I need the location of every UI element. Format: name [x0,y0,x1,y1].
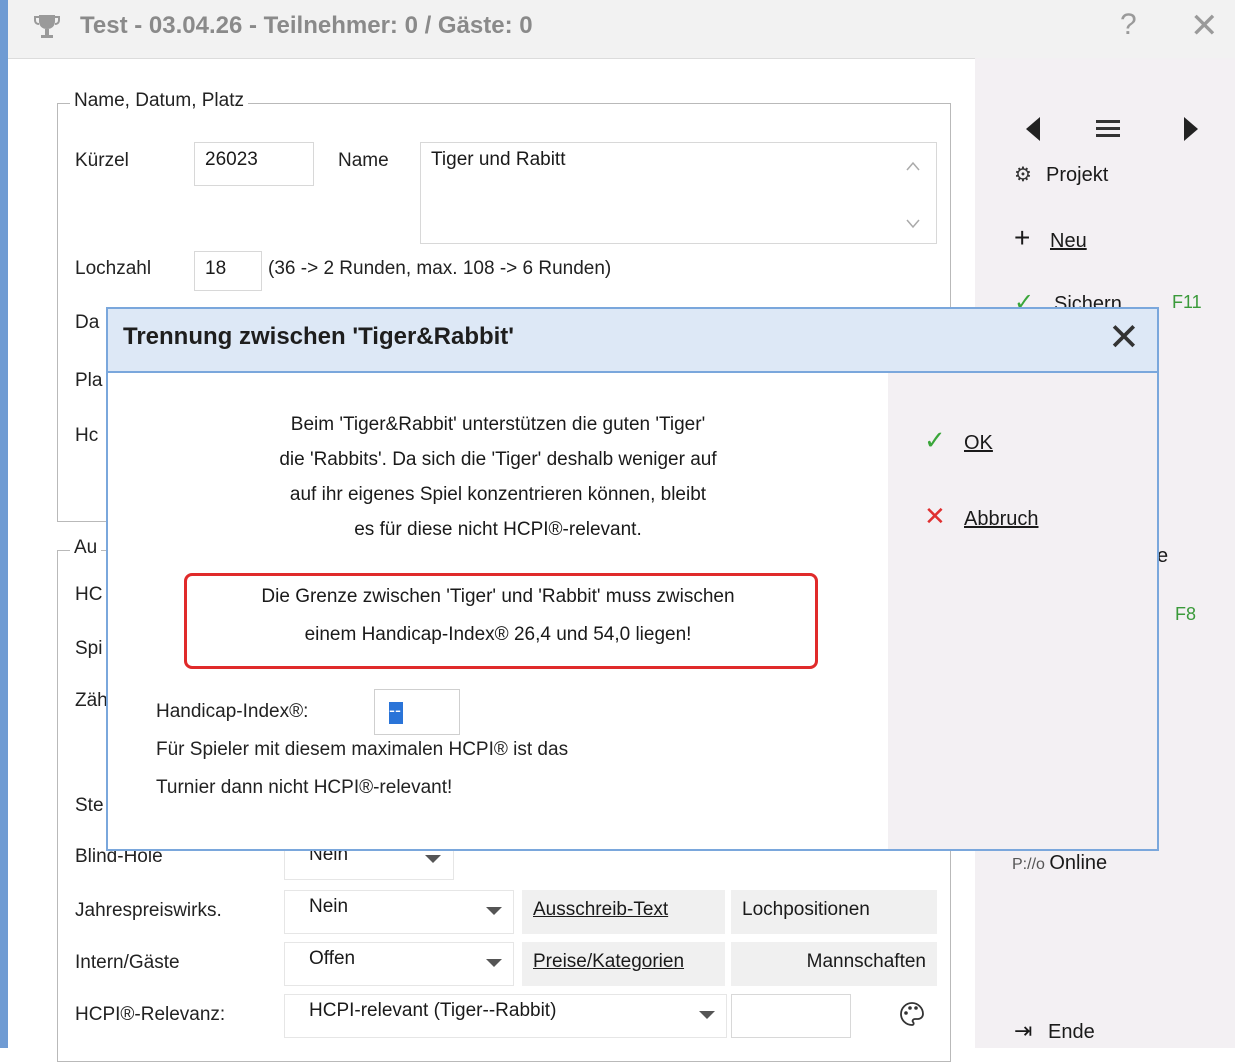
abbruch-button[interactable]: ✕ Abbruch [924,501,1039,532]
name-label: Name [338,150,389,171]
ende-button[interactable]: ⇥ Ende [1014,1018,1095,1044]
online-icon: P:/ [1012,856,1032,873]
stechen-label-partial: Ste [75,795,104,816]
window-left-border [0,0,8,1048]
name-value: Tiger und Rabitt [431,149,566,170]
scroll-up-icon[interactable] [905,160,921,172]
note-text-line: Für Spieler mit diesem maximalen HCPI® i… [156,739,569,760]
dialog-text-line: auf ihr eigenes Spiel konzentrieren könn… [289,484,707,505]
dialog-titlebar: Trennung zwischen 'Tiger&Rabbit' ✕ [108,309,1157,373]
jahrespreis-dropdown-icon[interactable] [486,907,502,915]
dialog-title: Trennung zwischen 'Tiger&Rabbit' [123,323,515,350]
next-arrow-icon[interactable] [1180,115,1202,143]
hcpi-relevanz-value: HCPI-relevant (Tiger--Rabbit) [309,1000,557,1021]
ok-button[interactable]: ✓ OK [924,425,993,456]
note-text-line: Turnier dann nicht HCPI®-relevant! [156,777,453,798]
jahrespreis-value: Nein [309,896,349,917]
menu-icon[interactable] [1095,118,1121,140]
scroll-down-icon[interactable] [905,218,921,230]
online-button[interactable]: P://o Online [1012,852,1107,875]
spiel-label-partial: Spi [75,638,103,659]
hcp-label-partial: Hc [75,425,99,446]
datum-label-partial: Da [75,312,100,333]
intern-gaeste-select[interactable]: Offen [284,942,514,986]
handicap-index-value: -- [389,700,401,720]
ausschreib-text-button[interactable]: Ausschreib-Text [522,890,725,934]
zaehl-label-partial: Zäh [75,690,108,711]
group-legend-name: Name, Datum, Platz [70,90,248,112]
platz-label-partial: Pla [75,370,103,391]
trophy-icon [34,15,60,38]
intern-gaeste-label: Intern/Gäste [75,952,180,973]
online-icon-tail: /o [1031,856,1050,873]
exit-icon: ⇥ [1014,1018,1033,1043]
hcpi-relevanz-label: HCPI®-Relevanz: [75,1004,226,1025]
name-textarea[interactable]: Tiger und Rabitt [420,142,937,244]
handicap-index-input[interactable]: -- [374,689,460,735]
warning-text-line: Die Grenze zwischen 'Tiger' und 'Rabbit'… [261,586,735,607]
dialog-text-line: die 'Rabbits'. Da sich die 'Tiger' desha… [279,449,717,470]
jahrespreis-label: Jahrespreiswirks. [75,900,222,921]
hcpi-relevanz-dropdown-icon[interactable] [699,1011,715,1019]
group-legend-aus: Au [70,537,102,559]
blind-hole-dropdown-icon[interactable] [425,855,441,863]
kuerzel-label: Kürzel [75,150,129,171]
hcpi-relevanz-select[interactable]: HCPI-relevant (Tiger--Rabbit) [284,994,727,1038]
lochpositionen-button[interactable]: Lochpositionen [731,890,937,934]
previous-arrow-icon[interactable] [1022,115,1044,143]
window-title: Test - 03.04.26 - Teilnehmer: 0 / Gäste:… [80,12,533,39]
hcpi-label-partial: HC [75,584,103,605]
check-icon: ✓ [924,425,946,455]
help-icon[interactable]: ? [1120,8,1137,42]
neu-button[interactable]: + Neu [1014,222,1087,253]
gear-icon: ⚙ [1014,164,1032,186]
plus-icon: + [1014,222,1031,253]
lochzahl-hint: (36 -> 2 Runden, max. 108 -> 6 Runden) [268,258,612,279]
handicap-index-label: Handicap-Index®: [156,701,309,722]
tiger-rabbit-dialog: Trennung zwischen 'Tiger&Rabbit' ✕ Beim … [106,307,1159,851]
mannschaften-button[interactable]: Mannschaften [731,942,937,986]
dialog-close-icon[interactable]: ✕ [1108,315,1140,360]
cross-icon: ✕ [924,501,946,531]
intern-gaeste-dropdown-icon[interactable] [486,959,502,967]
palette-icon[interactable] [898,1000,926,1028]
close-window-icon[interactable]: ✕ [1190,6,1219,46]
lochzahl-input[interactable]: 18 [194,251,262,291]
kuerzel-input[interactable]: 26023 [194,142,314,186]
lochzahl-label: Lochzahl [75,258,152,279]
dialog-text-line: Beim 'Tiger&Rabbit' unterstützen die gut… [290,414,706,435]
warning-text-line: einem Handicap-Index® 26,4 und 54,0 lieg… [304,624,692,645]
jahrespreis-select[interactable]: Nein [284,890,514,934]
dialog-text-line: es für diese nicht HCPI®-relevant. [354,519,642,540]
sichern-shortcut: F11 [1172,292,1202,312]
preise-kategorien-button[interactable]: Preise/Kategorien [522,942,725,986]
projekt-button[interactable]: ⚙ Projekt [1014,162,1108,187]
f8-shortcut: F8 [1175,604,1197,624]
intern-gaeste-value: Offen [309,948,356,969]
hcpi-relevanz-extra-input[interactable] [731,994,851,1038]
